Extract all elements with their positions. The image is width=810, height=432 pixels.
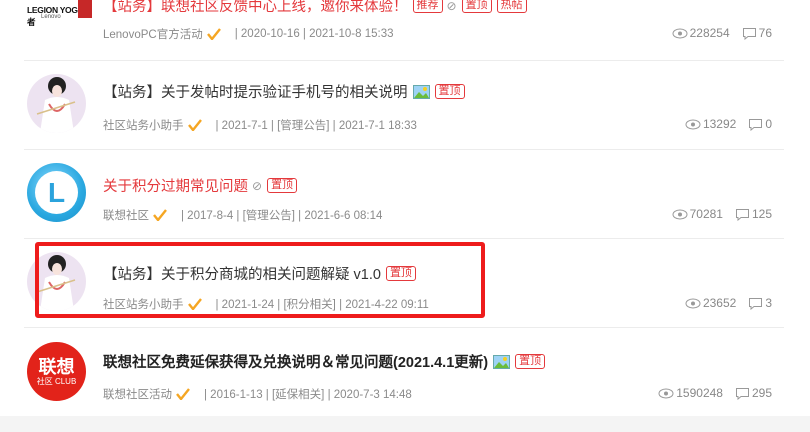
verified-icon (206, 28, 221, 40)
thread-item[interactable]: 联想 社区 CLUB 联想社区免费延保获得及兑换说明＆常见问题(2021.4.1… (0, 328, 810, 416)
reply-count: 0 (765, 117, 772, 131)
reply-count: 3 (765, 296, 772, 310)
view-count: 13292 (702, 117, 737, 131)
reply-count: 125 (751, 207, 772, 221)
avatar[interactable]: L (27, 163, 86, 222)
author-link[interactable]: 社区站务小助手 (103, 117, 184, 133)
thread-meta: | 2020-10-16 | 2021-10-8 15:33 (234, 28, 394, 40)
reply-count: 76 (758, 26, 772, 40)
image-icon (412, 84, 430, 99)
verified-icon (153, 209, 167, 221)
page-background (0, 416, 810, 432)
view-count: 228254 (689, 26, 730, 40)
verified-icon (176, 388, 190, 400)
thread-item[interactable]: LEGION YOGA 拯救者 Lenovo 【站务】联想社区反馈中心上线，邀你… (0, 0, 810, 60)
avatar-logo-subtext: 社区 CLUB (36, 377, 77, 386)
tag-pinned: 置顶 (434, 84, 465, 99)
replies-icon (749, 297, 763, 310)
avatar[interactable] (27, 74, 86, 133)
replies-icon (735, 208, 749, 221)
author-link[interactable]: LenovoPC官方活动 (103, 26, 203, 42)
thread-list: LEGION YOGA 拯救者 Lenovo 【站务】联想社区反馈中心上线，邀你… (0, 0, 810, 416)
reply-count: 295 (751, 386, 772, 400)
tag-recommend: 推荐 (412, 0, 443, 13)
brand-mark-icon (78, 0, 92, 18)
thread-meta: | 2021-7-1 | [管理公告] | 2021-7-1 18:33 (215, 120, 417, 132)
thread-item[interactable]: L 关于积分过期常见问题 ⊘ 置顶 联想社区 | 2017-8-4 | [管理公… (0, 150, 810, 238)
replies-icon (735, 387, 749, 400)
author-link[interactable]: 联想社区 (103, 207, 149, 223)
avatar-logo-subtext: Lenovo (41, 14, 61, 20)
tag-pinned: 置顶 (267, 178, 298, 193)
views-icon (672, 28, 688, 38)
thread-item[interactable]: 【站务】关于发帖时提示验证手机号的相关说明 置顶 社区站务小助手 | 2021-… (0, 61, 810, 149)
thread-title[interactable]: 联想社区免费延保获得及兑换说明＆常见问题(2021.4.1更新) (103, 351, 488, 372)
thread-title[interactable]: 【站务】关于发帖时提示验证手机号的相关说明 (103, 81, 408, 102)
replies-icon (742, 27, 756, 40)
views-icon (685, 298, 701, 308)
view-count: 23652 (702, 296, 737, 310)
author-link[interactable]: 联想社区活动 (103, 386, 172, 402)
attachment-icon: ⊘ (252, 178, 263, 193)
tag-pinned: 置顶 (515, 354, 546, 369)
tag-hot: 热帖 (496, 0, 527, 13)
view-count: 70281 (689, 207, 723, 221)
view-count: 1590248 (676, 386, 723, 400)
verified-icon (187, 119, 202, 131)
avatar[interactable]: 联想 社区 CLUB (27, 342, 86, 401)
thread-title[interactable]: 关于积分过期常见问题 (103, 175, 248, 196)
views-icon (685, 119, 701, 129)
views-icon (672, 209, 688, 219)
thread-meta: | 2016-1-13 | [延保相关] | 2020-7-3 14:48 (204, 389, 412, 401)
views-icon (658, 388, 674, 398)
highlight-box (35, 242, 485, 318)
image-icon (493, 354, 511, 369)
thread-meta: | 2017-8-4 | [管理公告] | 2021-6-6 08:14 (181, 210, 383, 222)
attachment-icon: ⊘ (446, 0, 457, 13)
avatar-letter: L (35, 171, 78, 214)
thread-title[interactable]: 【站务】联想社区反馈中心上线，邀你来体验！ (103, 0, 408, 16)
replies-icon (749, 118, 763, 131)
tag-pinned: 置顶 (461, 0, 492, 13)
